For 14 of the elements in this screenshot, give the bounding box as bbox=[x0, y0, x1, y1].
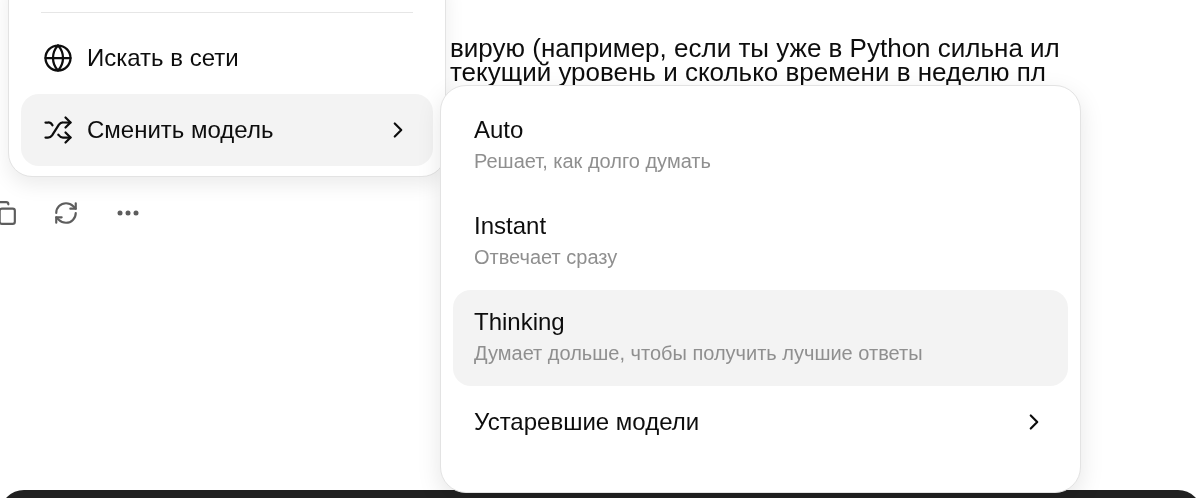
model-title: Instant bbox=[474, 211, 547, 241]
message-text: вирую (например, если ты уже в Python сильна ил bbox=[450, 36, 1060, 60]
model-description: Отвечает сразу bbox=[474, 245, 619, 270]
regenerate-icon bbox=[53, 200, 79, 226]
model-description: Решает, как долго думать bbox=[474, 149, 712, 174]
globe-icon bbox=[43, 43, 73, 73]
model-title: Auto bbox=[474, 115, 524, 145]
more-icon bbox=[117, 210, 139, 216]
menu-item[interactable]: Сменить модель bbox=[21, 94, 433, 166]
model-option[interactable]: Thinking Думает дольше, чтобы получить лучшие ответы bbox=[453, 290, 1068, 386]
model-title: Thinking bbox=[474, 307, 565, 337]
model-description: Думает дольше, чтобы получить лучшие ответы bbox=[474, 341, 924, 366]
shuffle-icon bbox=[43, 115, 73, 145]
regenerate-button[interactable] bbox=[52, 199, 80, 227]
